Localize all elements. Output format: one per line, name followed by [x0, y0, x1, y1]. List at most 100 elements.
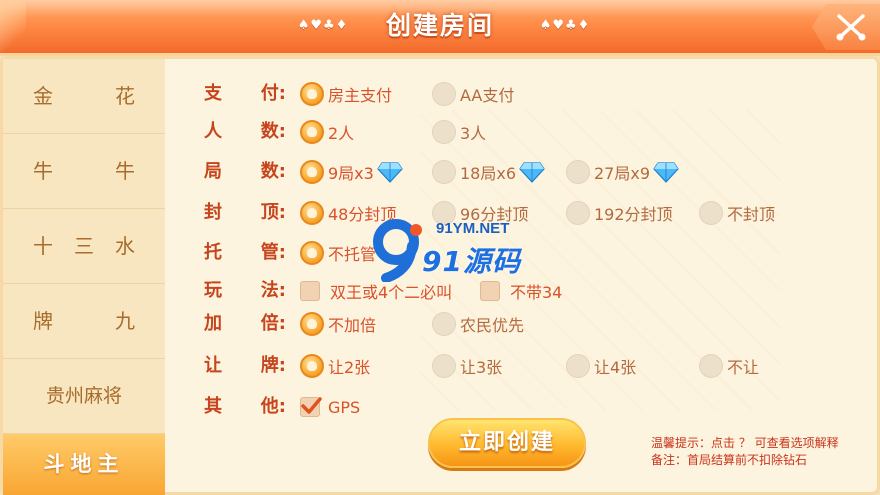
sidebar-item-label: 金: [33, 84, 53, 108]
sidebar-item-label: 牌: [33, 309, 53, 333]
option-label: 192分封顶: [594, 205, 673, 224]
create-room-dialog: ♠♥♣♦ 创建房间 ♠♥♣♦ 金 花 牛 牛 十 三 水 牌 九 贵州麻将 斗地…: [0, 0, 880, 495]
option-label: 2人: [328, 124, 355, 143]
option-label: GPS: [328, 397, 361, 417]
option-label: 让2张: [328, 358, 371, 377]
radio-unselected-icon: [432, 160, 456, 184]
checkbox-unchecked-icon: [300, 281, 320, 301]
option-label: 27局x9: [594, 164, 651, 183]
label-char: 付:: [260, 83, 286, 104]
label-char: 支: [204, 83, 222, 104]
label-char: 法:: [260, 280, 286, 301]
label-char: 顶:: [260, 202, 286, 223]
double-row: 加 倍: 不加倍 农民优先: [204, 309, 864, 339]
radio-unselected-icon: [566, 354, 590, 378]
option-label: 9局x3: [328, 164, 374, 183]
label-char: 玩: [204, 280, 222, 301]
hint-text: 温馨提示：点击 ？ 可查看选项解释: [651, 436, 839, 450]
diamond-icon: [377, 162, 403, 183]
option-2-players[interactable]: 2人: [300, 119, 354, 145]
checkbox-checked-icon: [300, 397, 322, 417]
label-char: 倍:: [260, 313, 286, 334]
option-no-auto-play[interactable]: 不托管: [300, 240, 376, 266]
sidebar-item-shisanshui[interactable]: 十 三 水: [3, 209, 165, 284]
radio-unselected-icon: [432, 82, 456, 106]
sidebar-item-paijiu[interactable]: 牌 九: [3, 284, 165, 359]
sidebar-item-label: 牛: [33, 159, 53, 183]
option-owner-pay[interactable]: 房主支付: [300, 81, 392, 107]
players-row: 人 数: 2人 3人: [204, 117, 864, 147]
game-sidebar: 金 花 牛 牛 十 三 水 牌 九 贵州麻将 斗地主: [3, 59, 165, 495]
option-label: 18局x6: [460, 164, 517, 183]
sidebar-item-label: 九: [115, 309, 135, 333]
sidebar-item-guizhou-mahjong[interactable]: 贵州麻将: [3, 359, 165, 434]
option-no-concede[interactable]: 不让: [699, 353, 759, 379]
diamond-icon: [653, 162, 679, 183]
radio-unselected-icon: [699, 201, 723, 225]
option-label: 3人: [460, 124, 487, 143]
sidebar-item-doudizhu[interactable]: 斗地主: [3, 434, 165, 495]
option-label: AA支付: [460, 86, 515, 105]
create-room-button[interactable]: 立即创建: [428, 418, 586, 468]
option-concede-2[interactable]: 让2张: [300, 353, 370, 379]
radio-selected-icon: [300, 354, 324, 378]
sidebar-item-label: 贵州麻将: [45, 385, 122, 407]
option-aa-pay[interactable]: AA支付: [432, 81, 514, 107]
option-27-rounds[interactable]: 27局x9: [566, 159, 679, 185]
sidebar-item-label: 牛: [115, 159, 135, 183]
label-char: 托: [204, 242, 222, 263]
radio-selected-icon: [300, 82, 324, 106]
header-bar: ♠♥♣♦ 创建房间 ♠♥♣♦: [0, 0, 880, 56]
option-gps[interactable]: GPS: [300, 394, 360, 420]
option-no-cap[interactable]: 不封顶: [699, 200, 775, 226]
option-label: 不带34: [510, 283, 563, 302]
label-char: 封: [204, 202, 222, 223]
option-label: 双王或4个二必叫: [330, 283, 453, 302]
label-char: 人: [204, 121, 222, 142]
radio-unselected-icon: [699, 354, 723, 378]
option-farmer-first[interactable]: 农民优先: [432, 311, 524, 337]
watermark-url: 91YM.NET: [436, 220, 510, 237]
radio-unselected-icon: [432, 354, 456, 378]
radio-unselected-icon: [566, 160, 590, 184]
suits-decoration-right: ♠♥♣♦: [539, 18, 591, 33]
radio-selected-icon: [300, 312, 324, 336]
option-label: 不加倍: [328, 316, 377, 335]
radio-unselected-icon: [432, 120, 456, 144]
sidebar-item-label: 花: [115, 84, 135, 108]
close-button[interactable]: [812, 4, 880, 50]
option-concede-3[interactable]: 让3张: [432, 353, 502, 379]
sidebar-item-label: 十: [33, 234, 53, 258]
sidebar-item-niuniu[interactable]: 牛 牛: [3, 134, 165, 209]
row-label: 人 数:: [204, 117, 286, 147]
option-18-rounds[interactable]: 18局x6: [432, 159, 545, 185]
radio-selected-icon: [300, 120, 324, 144]
label-char: 数:: [260, 161, 286, 182]
row-label: 玩 法:: [204, 276, 286, 306]
option-label: 让3张: [460, 358, 503, 377]
row-label: 加 倍:: [204, 309, 286, 339]
option-no-double[interactable]: 不加倍: [300, 311, 376, 337]
radio-unselected-icon: [566, 201, 590, 225]
row-label: 封 顶:: [204, 198, 286, 228]
label-char: 牌:: [260, 355, 286, 376]
option-cap-192[interactable]: 192分封顶: [566, 200, 673, 226]
rounds-row: 局 数: 9局x3 18局x6 27局x9: [204, 157, 864, 187]
option-9-rounds[interactable]: 9局x3: [300, 159, 403, 185]
sidebar-item-label: 三: [74, 234, 94, 258]
label-char: 管:: [260, 242, 286, 263]
option-3-players[interactable]: 3人: [432, 119, 486, 145]
label-char: 他:: [260, 396, 286, 417]
checkmark-icon: [301, 397, 322, 414]
option-label: 让4张: [594, 358, 637, 377]
sidebar-item-label: 水: [115, 234, 135, 258]
watermark-name: 91源码: [422, 245, 521, 278]
option-label: 不让: [727, 358, 760, 377]
sidebar-item-jinhua[interactable]: 金 花: [3, 59, 165, 134]
radio-selected-icon: [300, 201, 324, 225]
dialog-title: 创建房间: [385, 11, 494, 40]
row-label: 让 牌:: [204, 351, 286, 381]
option-label: 房主支付: [328, 86, 393, 105]
option-concede-4[interactable]: 让4张: [566, 353, 636, 379]
watermark-logo: 91YM.NET 91源码: [366, 218, 536, 282]
